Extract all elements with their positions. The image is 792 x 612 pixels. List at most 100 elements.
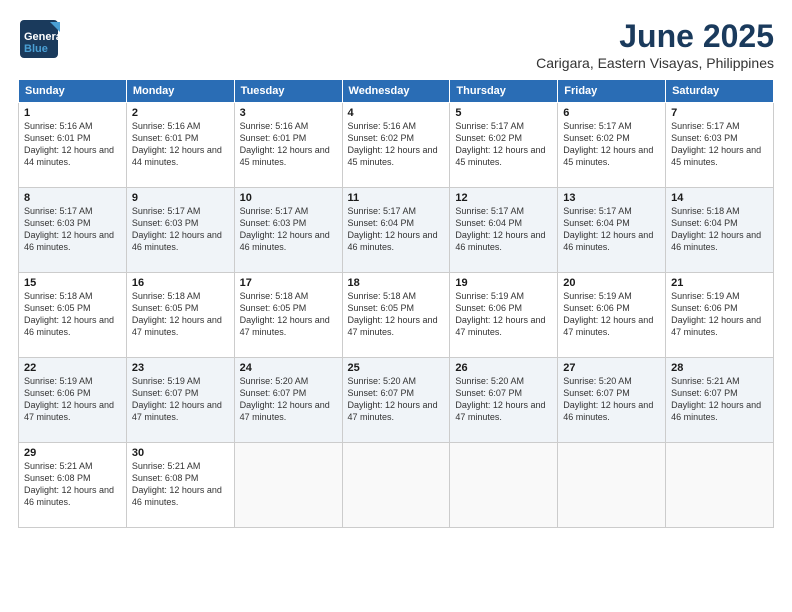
day-number: 29: [24, 447, 121, 459]
table-row: [666, 443, 774, 528]
sunrise-label: Sunrise: 5:17 AM: [563, 206, 632, 216]
day-number: 20: [563, 277, 660, 289]
sunrise-label: Sunrise: 5:18 AM: [24, 291, 93, 301]
day-info: Sunrise: 5:17 AM Sunset: 6:03 PM Dayligh…: [671, 120, 768, 169]
sunset-label: Sunset: 6:04 PM: [671, 218, 738, 228]
sunrise-label: Sunrise: 5:21 AM: [24, 461, 93, 471]
month-year: June 2025: [536, 18, 774, 55]
day-number: 18: [348, 277, 445, 289]
calendar-row: 1 Sunrise: 5:16 AM Sunset: 6:01 PM Dayli…: [19, 103, 774, 188]
daylight-label: Daylight: 12 hours and 47 minutes.: [455, 315, 545, 337]
table-row: 29 Sunrise: 5:21 AM Sunset: 6:08 PM Dayl…: [19, 443, 127, 528]
day-number: 19: [455, 277, 552, 289]
day-info: Sunrise: 5:19 AM Sunset: 6:07 PM Dayligh…: [132, 375, 229, 424]
day-number: 30: [132, 447, 229, 459]
day-info: Sunrise: 5:17 AM Sunset: 6:02 PM Dayligh…: [563, 120, 660, 169]
sunrise-label: Sunrise: 5:20 AM: [348, 376, 417, 386]
calendar-table: Sunday Monday Tuesday Wednesday Thursday…: [18, 79, 774, 528]
sunset-label: Sunset: 6:01 PM: [24, 133, 91, 143]
day-number: 3: [240, 107, 337, 119]
sunrise-label: Sunrise: 5:17 AM: [24, 206, 93, 216]
day-number: 13: [563, 192, 660, 204]
sunrise-label: Sunrise: 5:16 AM: [240, 121, 309, 131]
svg-text:Blue: Blue: [24, 43, 48, 55]
logo-icon: General Blue: [18, 18, 60, 60]
sunset-label: Sunset: 6:03 PM: [240, 218, 307, 228]
table-row: 17 Sunrise: 5:18 AM Sunset: 6:05 PM Dayl…: [234, 273, 342, 358]
daylight-label: Daylight: 12 hours and 46 minutes.: [563, 230, 653, 252]
sunset-label: Sunset: 6:08 PM: [132, 473, 199, 483]
sunrise-label: Sunrise: 5:19 AM: [671, 291, 740, 301]
day-number: 2: [132, 107, 229, 119]
day-info: Sunrise: 5:17 AM Sunset: 6:03 PM Dayligh…: [132, 205, 229, 254]
table-row: 19 Sunrise: 5:19 AM Sunset: 6:06 PM Dayl…: [450, 273, 558, 358]
day-number: 28: [671, 362, 768, 374]
daylight-label: Daylight: 12 hours and 45 minutes.: [455, 145, 545, 167]
day-info: Sunrise: 5:20 AM Sunset: 6:07 PM Dayligh…: [455, 375, 552, 424]
day-number: 21: [671, 277, 768, 289]
table-row: [234, 443, 342, 528]
sunset-label: Sunset: 6:07 PM: [240, 388, 307, 398]
table-row: 30 Sunrise: 5:21 AM Sunset: 6:08 PM Dayl…: [126, 443, 234, 528]
daylight-label: Daylight: 12 hours and 46 minutes.: [24, 230, 114, 252]
day-number: 14: [671, 192, 768, 204]
table-row: 10 Sunrise: 5:17 AM Sunset: 6:03 PM Dayl…: [234, 188, 342, 273]
daylight-label: Daylight: 12 hours and 45 minutes.: [240, 145, 330, 167]
sunrise-label: Sunrise: 5:17 AM: [132, 206, 201, 216]
day-number: 24: [240, 362, 337, 374]
calendar-row: 22 Sunrise: 5:19 AM Sunset: 6:06 PM Dayl…: [19, 358, 774, 443]
table-row: 18 Sunrise: 5:18 AM Sunset: 6:05 PM Dayl…: [342, 273, 450, 358]
sunset-label: Sunset: 6:06 PM: [455, 303, 522, 313]
col-tuesday: Tuesday: [234, 80, 342, 103]
sunrise-label: Sunrise: 5:19 AM: [563, 291, 632, 301]
table-row: 6 Sunrise: 5:17 AM Sunset: 6:02 PM Dayli…: [558, 103, 666, 188]
sunset-label: Sunset: 6:02 PM: [455, 133, 522, 143]
day-number: 7: [671, 107, 768, 119]
sunset-label: Sunset: 6:06 PM: [563, 303, 630, 313]
day-number: 10: [240, 192, 337, 204]
daylight-label: Daylight: 12 hours and 47 minutes.: [240, 315, 330, 337]
sunset-label: Sunset: 6:05 PM: [24, 303, 91, 313]
col-thursday: Thursday: [450, 80, 558, 103]
sunset-label: Sunset: 6:02 PM: [348, 133, 415, 143]
table-row: 4 Sunrise: 5:16 AM Sunset: 6:02 PM Dayli…: [342, 103, 450, 188]
header: General Blue June 2025 Carigara, Eastern…: [18, 18, 774, 71]
svg-text:General: General: [24, 31, 60, 43]
sunset-label: Sunset: 6:03 PM: [132, 218, 199, 228]
daylight-label: Daylight: 12 hours and 47 minutes.: [348, 400, 438, 422]
day-info: Sunrise: 5:18 AM Sunset: 6:05 PM Dayligh…: [348, 290, 445, 339]
day-info: Sunrise: 5:18 AM Sunset: 6:05 PM Dayligh…: [24, 290, 121, 339]
table-row: 15 Sunrise: 5:18 AM Sunset: 6:05 PM Dayl…: [19, 273, 127, 358]
table-row: 8 Sunrise: 5:17 AM Sunset: 6:03 PM Dayli…: [19, 188, 127, 273]
day-number: 1: [24, 107, 121, 119]
table-row: 9 Sunrise: 5:17 AM Sunset: 6:03 PM Dayli…: [126, 188, 234, 273]
day-number: 9: [132, 192, 229, 204]
day-number: 8: [24, 192, 121, 204]
sunset-label: Sunset: 6:06 PM: [671, 303, 738, 313]
sunset-label: Sunset: 6:07 PM: [348, 388, 415, 398]
sunset-label: Sunset: 6:05 PM: [240, 303, 307, 313]
daylight-label: Daylight: 12 hours and 46 minutes.: [24, 315, 114, 337]
day-number: 12: [455, 192, 552, 204]
day-info: Sunrise: 5:18 AM Sunset: 6:04 PM Dayligh…: [671, 205, 768, 254]
table-row: 3 Sunrise: 5:16 AM Sunset: 6:01 PM Dayli…: [234, 103, 342, 188]
sunset-label: Sunset: 6:07 PM: [563, 388, 630, 398]
sunrise-label: Sunrise: 5:20 AM: [240, 376, 309, 386]
day-number: 15: [24, 277, 121, 289]
daylight-label: Daylight: 12 hours and 47 minutes.: [348, 315, 438, 337]
daylight-label: Daylight: 12 hours and 45 minutes.: [563, 145, 653, 167]
table-row: 5 Sunrise: 5:17 AM Sunset: 6:02 PM Dayli…: [450, 103, 558, 188]
table-row: 25 Sunrise: 5:20 AM Sunset: 6:07 PM Dayl…: [342, 358, 450, 443]
sunset-label: Sunset: 6:05 PM: [132, 303, 199, 313]
col-saturday: Saturday: [666, 80, 774, 103]
table-row: 20 Sunrise: 5:19 AM Sunset: 6:06 PM Dayl…: [558, 273, 666, 358]
daylight-label: Daylight: 12 hours and 46 minutes.: [563, 400, 653, 422]
sunrise-label: Sunrise: 5:17 AM: [455, 121, 524, 131]
day-number: 26: [455, 362, 552, 374]
col-monday: Monday: [126, 80, 234, 103]
table-row: 13 Sunrise: 5:17 AM Sunset: 6:04 PM Dayl…: [558, 188, 666, 273]
day-info: Sunrise: 5:21 AM Sunset: 6:08 PM Dayligh…: [132, 460, 229, 509]
day-info: Sunrise: 5:19 AM Sunset: 6:06 PM Dayligh…: [671, 290, 768, 339]
sunrise-label: Sunrise: 5:16 AM: [132, 121, 201, 131]
sunrise-label: Sunrise: 5:18 AM: [671, 206, 740, 216]
